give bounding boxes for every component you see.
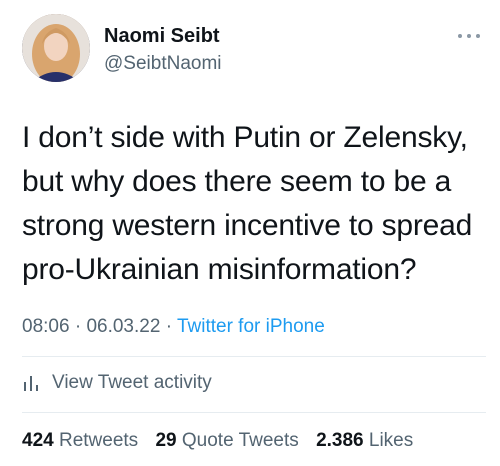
likes-label: Likes xyxy=(368,430,414,451)
avatar-image xyxy=(22,14,90,82)
more-dot xyxy=(458,34,462,38)
likes-count: 2.386 xyxy=(316,430,364,451)
quote-tweets-stat[interactable]: 29 Quote Tweets xyxy=(155,430,304,451)
author-names: Naomi Seibt @SeibtNaomi xyxy=(104,24,222,76)
author-display-name[interactable]: Naomi Seibt xyxy=(104,24,222,48)
tweet-time[interactable]: 08:06 xyxy=(22,316,70,337)
view-activity-button[interactable]: View Tweet activity xyxy=(22,370,212,396)
tweet-card: Naomi Seibt @SeibtNaomi I don’t side wit… xyxy=(0,0,500,466)
tweet-header: Naomi Seibt @SeibtNaomi xyxy=(22,14,222,82)
more-icon[interactable] xyxy=(458,34,480,40)
bar-chart-icon xyxy=(24,376,38,391)
meta-separator: · xyxy=(74,316,82,337)
divider xyxy=(22,356,486,357)
author-handle[interactable]: @SeibtNaomi xyxy=(104,52,222,76)
meta-separator: · xyxy=(165,316,173,337)
view-activity-label: View Tweet activity xyxy=(52,372,212,393)
retweets-stat[interactable]: 424 Retweets xyxy=(22,430,143,451)
tweet-source-link[interactable]: Twitter for iPhone xyxy=(177,316,325,337)
tweet-text: I don’t side with Putin or Zelensky, but… xyxy=(22,121,473,286)
more-dot xyxy=(476,34,480,38)
tweet-date[interactable]: 06.03.22 xyxy=(86,316,160,337)
tweet-meta: 08:06 · 06.03.22 · Twitter for iPhone xyxy=(22,314,325,340)
divider xyxy=(22,412,486,413)
retweets-count: 424 xyxy=(22,430,54,451)
tweet-stats: 424 Retweets 29 Quote Tweets 2.386 Likes xyxy=(22,428,425,454)
avatar[interactable] xyxy=(22,14,90,82)
retweets-label: Retweets xyxy=(58,430,139,451)
quote-tweets-count: 29 xyxy=(155,430,177,451)
more-dot xyxy=(467,34,471,38)
quote-tweets-label: Quote Tweets xyxy=(181,430,299,451)
likes-stat[interactable]: 2.386 Likes xyxy=(316,430,413,451)
